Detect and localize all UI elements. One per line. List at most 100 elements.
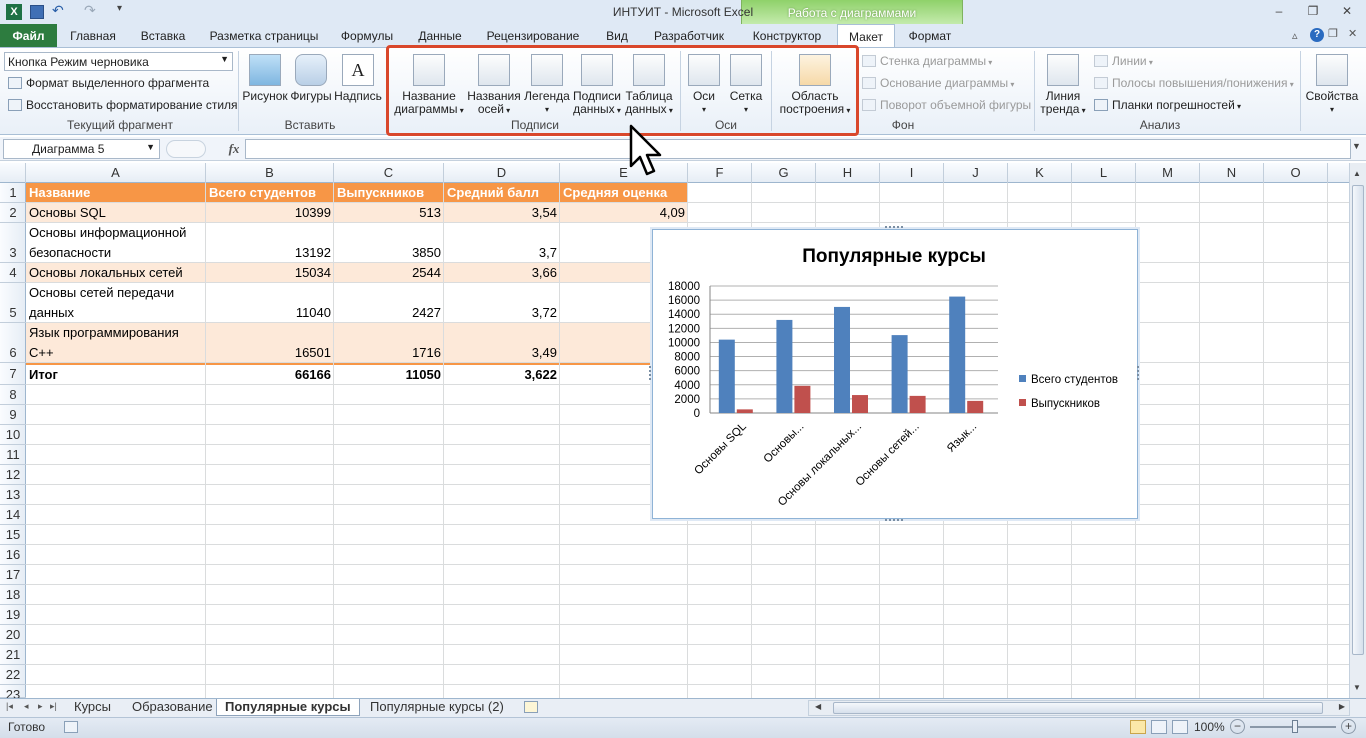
row-header[interactable]: 11 [0,445,26,465]
page-layout-view-icon[interactable] [1151,720,1167,734]
table-cell[interactable]: 13192 [207,245,331,260]
chart-resize-handle[interactable] [885,226,903,229]
table-cell[interactable]: 3,72 [445,305,557,320]
column-header[interactable]: L [1072,163,1136,183]
sheet-tab-active[interactable]: Популярные курсы [216,699,360,716]
table-cell[interactable]: 2544 [335,265,441,280]
sheet-nav-prev-icon[interactable]: ◂ [24,701,29,712]
chart-bar[interactable] [891,335,908,413]
chart-floor-button[interactable]: Основание диаграммы ▾ [862,74,1014,92]
vertical-scrollbar[interactable]: ▲ ▼ [1349,163,1366,698]
chart-x-axis[interactable]: Основы SQL Основы...Основы локальных...Ос… [692,420,979,509]
scroll-left-icon[interactable]: ◀ [815,702,821,711]
doc-restore-icon[interactable]: ❐ [1328,27,1338,40]
formula-expand-icon[interactable]: ▼ [1352,141,1361,151]
insert-function-icon[interactable]: fx [224,139,244,159]
row-header[interactable]: 12 [0,465,26,485]
table-cell[interactable]: 11040 [207,305,331,320]
scroll-up-icon[interactable]: ▲ [1353,169,1361,178]
table-cell[interactable]: 16501 [207,345,331,360]
column-header[interactable]: I [880,163,944,183]
row-header[interactable]: 9 [0,405,26,425]
table-cell[interactable]: 3,7 [445,245,557,260]
row-header[interactable]: 15 [0,525,26,545]
zoom-out-icon[interactable]: − [1230,719,1245,734]
chart-bar[interactable] [736,409,753,413]
column-header[interactable]: D [444,163,560,183]
row-header[interactable]: 13 [0,485,26,505]
row-header[interactable]: 10 [0,425,26,445]
close-icon[interactable]: ✕ [1334,3,1360,20]
scroll-down-icon[interactable]: ▼ [1353,683,1361,692]
chart-wall-button[interactable]: Стенка диаграммы ▾ [862,52,992,70]
table-cell[interactable]: 3,49 [445,345,557,360]
row-header[interactable]: 22 [0,665,26,685]
sheet-tab[interactable]: Курсы [66,699,119,716]
chart-bar[interactable] [776,319,793,413]
column-header[interactable]: K [1008,163,1072,183]
table-cell[interactable]: Основы сетей передачи [29,285,203,300]
column-header[interactable]: F [688,163,752,183]
doc-close-icon[interactable]: ✕ [1348,27,1357,40]
row-header[interactable]: 3 [0,223,26,263]
column-header[interactable]: M [1136,163,1200,183]
lines-button[interactable]: Линии ▾ [1094,52,1153,70]
row-header[interactable]: 16 [0,545,26,565]
normal-view-icon[interactable] [1130,720,1146,734]
column-header[interactable]: O [1264,163,1328,183]
sheet-nav-first-icon[interactable]: |◂ [6,701,13,712]
table-cell[interactable]: 1716 [335,345,441,360]
chart-object[interactable]: Популярные курсы 0 2000 4000 6000 8000 10000 1… [652,229,1138,519]
chart-y-axis[interactable]: 0 2000 4000 6000 8000 10000 12000 14000 16000 180… [668,281,700,420]
chart-resize-handle[interactable] [649,366,652,380]
column-header[interactable]: A [26,163,206,183]
chart-bar[interactable] [794,385,811,413]
insert-sheet-icon[interactable] [524,701,538,713]
format-selection-button[interactable]: Формат выделенного фрагмента [8,74,209,92]
row-header[interactable]: 1 [0,183,26,203]
chart-bar[interactable] [834,306,850,413]
table-cell[interactable]: 3850 [335,245,441,260]
3d-rotation-button[interactable]: Поворот объемной фигуры [862,96,1031,114]
tab-insert[interactable]: Вставка [132,24,194,48]
chart-bar[interactable] [718,339,735,413]
chart-bar[interactable] [949,296,966,413]
table-header-cell[interactable]: Всего студентов [209,185,333,200]
sheet-nav-next-icon[interactable]: ▸ [38,701,43,712]
column-header[interactable]: J [944,163,1008,183]
table-cell[interactable]: C++ [29,345,203,360]
zoom-slider-thumb[interactable] [1292,720,1298,733]
table-total-cell[interactable]: 3,622 [445,367,557,382]
table-cell[interactable]: 513 [335,205,441,220]
zoom-in-icon[interactable]: + [1341,719,1356,734]
ribbon-minimize-icon[interactable]: ▵ [1292,29,1298,42]
table-header-cell[interactable]: Средняя оценка [563,185,687,200]
chart-bar[interactable] [852,395,868,413]
reset-style-button[interactable]: Восстановить форматирование стиля [8,96,238,114]
row-header[interactable]: 23 [0,685,26,702]
column-header[interactable]: B [206,163,334,183]
zoom-level[interactable]: 100% [1194,720,1225,734]
select-all-corner[interactable] [0,163,26,183]
macro-record-icon[interactable] [64,721,78,733]
table-cell[interactable]: Язык программирования [29,325,203,340]
horizontal-scrollbar[interactable]: ◀ ▶ [808,700,1350,716]
table-total-cell[interactable]: 66166 [207,367,331,382]
trendline-button[interactable]: Линия тренда ▾ [1038,54,1088,117]
row-header[interactable]: 21 [0,645,26,665]
table-header-cell[interactable]: Название [29,185,203,200]
row-header[interactable]: 18 [0,585,26,605]
restore-icon[interactable]: ❐ [1300,3,1326,20]
table-cell[interactable]: 3,66 [445,265,557,280]
scroll-thumb[interactable] [1352,185,1364,655]
properties-button[interactable]: Свойства ▾ [1302,54,1362,116]
table-cell[interactable]: 10399 [207,205,331,220]
table-cell[interactable]: 15034 [207,265,331,280]
tab-home[interactable]: Главная [62,24,124,48]
table-cell[interactable]: Основы локальных сетей [29,265,203,280]
formula-input[interactable] [245,139,1351,159]
sheet-tab[interactable]: Образование [124,699,221,716]
row-header[interactable]: 19 [0,605,26,625]
table-cell[interactable]: данных [29,305,203,320]
table-cell[interactable]: Основы SQL [29,205,203,220]
